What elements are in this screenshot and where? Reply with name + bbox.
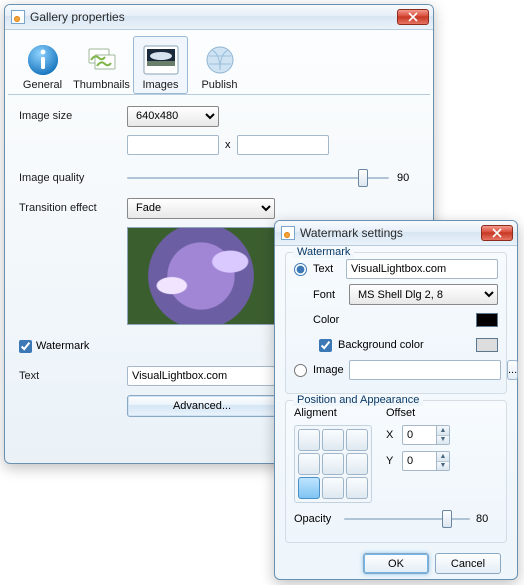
color-label: Color [313, 314, 343, 326]
bgcolor-label: Background color [338, 339, 470, 351]
x-input[interactable] [402, 425, 436, 445]
tab-general-label: General [23, 79, 62, 91]
tab-thumbnails-label: Thumbnails [73, 79, 130, 91]
align-br[interactable] [346, 477, 368, 499]
gallery-title: Gallery properties [30, 10, 397, 24]
tab-images[interactable]: Images [133, 36, 188, 94]
image-quality-label: Image quality [19, 172, 127, 184]
alignment-label: Aligment [294, 407, 372, 419]
align-ml[interactable] [298, 453, 320, 475]
text-label: Text [19, 370, 127, 382]
position-group: Position and Appearance Aligment [285, 400, 507, 543]
watermark-checkbox-wrap[interactable]: Watermark [19, 340, 89, 353]
watermark-text-input[interactable] [127, 366, 275, 386]
watermark-settings-window: Watermark settings Watermark Text Font M… [274, 220, 518, 580]
image-size-select[interactable]: 640x480 [127, 106, 219, 127]
transition-label: Transition effect [19, 202, 127, 214]
tab-publish[interactable]: Publish [192, 36, 247, 94]
font-label: Font [313, 289, 343, 301]
ok-button[interactable]: OK [363, 553, 429, 574]
y-down[interactable]: ▼ [437, 462, 449, 471]
thumbnails-icon [83, 41, 121, 79]
publish-icon [201, 41, 239, 79]
x-spinner[interactable]: ▲▼ [402, 425, 450, 445]
close-button[interactable] [481, 225, 513, 241]
y-input[interactable] [402, 451, 436, 471]
x-up[interactable]: ▲ [437, 426, 449, 436]
y-up[interactable]: ▲ [437, 452, 449, 462]
font-select[interactable]: MS Shell Dlg 2, 8 [349, 284, 498, 305]
text-radio-label: Text [313, 263, 340, 275]
watermark-group: Watermark Text Font MS Shell Dlg 2, 8 Co… [285, 252, 507, 394]
height-input[interactable] [237, 135, 329, 155]
position-group-title: Position and Appearance [293, 394, 423, 406]
tab-publish-label: Publish [201, 79, 237, 91]
text-radio[interactable] [294, 263, 307, 276]
bgcolor-swatch[interactable] [476, 338, 498, 352]
watermark-label: Watermark [36, 340, 89, 352]
x-label: X [386, 429, 396, 441]
offset-label: Offset [386, 407, 450, 419]
align-mr[interactable] [346, 453, 368, 475]
browse-button[interactable]: ... [507, 360, 518, 380]
gallery-titlebar[interactable]: Gallery properties [5, 5, 433, 30]
images-icon [142, 41, 180, 79]
align-tr[interactable] [346, 429, 368, 451]
color-swatch[interactable] [476, 313, 498, 327]
alignment-grid [294, 425, 372, 503]
watermark-titlebar[interactable]: Watermark settings [275, 221, 517, 246]
align-bl[interactable] [298, 477, 320, 499]
width-input[interactable] [127, 135, 219, 155]
tab-general[interactable]: General [15, 36, 70, 94]
bgcolor-checkbox[interactable] [319, 339, 332, 352]
image-size-label: Image size [19, 110, 127, 122]
y-label: Y [386, 455, 396, 467]
image-radio-label: Image [313, 364, 343, 376]
x-down[interactable]: ▼ [437, 436, 449, 445]
opacity-slider[interactable] [344, 509, 470, 529]
tab-images-label: Images [142, 79, 178, 91]
align-tl[interactable] [298, 429, 320, 451]
advanced-button[interactable]: Advanced... [127, 395, 277, 417]
info-icon [24, 41, 62, 79]
app-icon [11, 10, 25, 24]
y-spinner[interactable]: ▲▼ [402, 451, 450, 471]
align-mc[interactable] [322, 453, 344, 475]
dim-separator: x [225, 139, 231, 151]
tab-strip: General Thumbnails Images Publish [5, 30, 433, 94]
quality-slider[interactable] [127, 168, 389, 188]
close-button[interactable] [397, 9, 429, 25]
app-icon [281, 226, 295, 240]
image-radio[interactable] [294, 364, 307, 377]
watermark-title: Watermark settings [300, 226, 481, 240]
quality-value: 90 [397, 172, 419, 184]
align-tc[interactable] [322, 429, 344, 451]
opacity-label: Opacity [294, 513, 338, 525]
wm-text-input[interactable] [346, 259, 498, 279]
watermark-checkbox[interactable] [19, 340, 32, 353]
wm-image-input[interactable] [349, 360, 501, 380]
align-bc[interactable] [322, 477, 344, 499]
opacity-value: 80 [476, 513, 498, 525]
watermark-group-title: Watermark [293, 246, 354, 258]
transition-select[interactable]: Fade [127, 198, 275, 219]
close-icon [408, 12, 418, 22]
transition-preview [127, 227, 275, 325]
watermark-body: Watermark Text Font MS Shell Dlg 2, 8 Co… [275, 246, 517, 582]
close-icon [492, 228, 502, 238]
tab-thumbnails[interactable]: Thumbnails [74, 36, 129, 94]
cancel-button[interactable]: Cancel [435, 553, 501, 574]
